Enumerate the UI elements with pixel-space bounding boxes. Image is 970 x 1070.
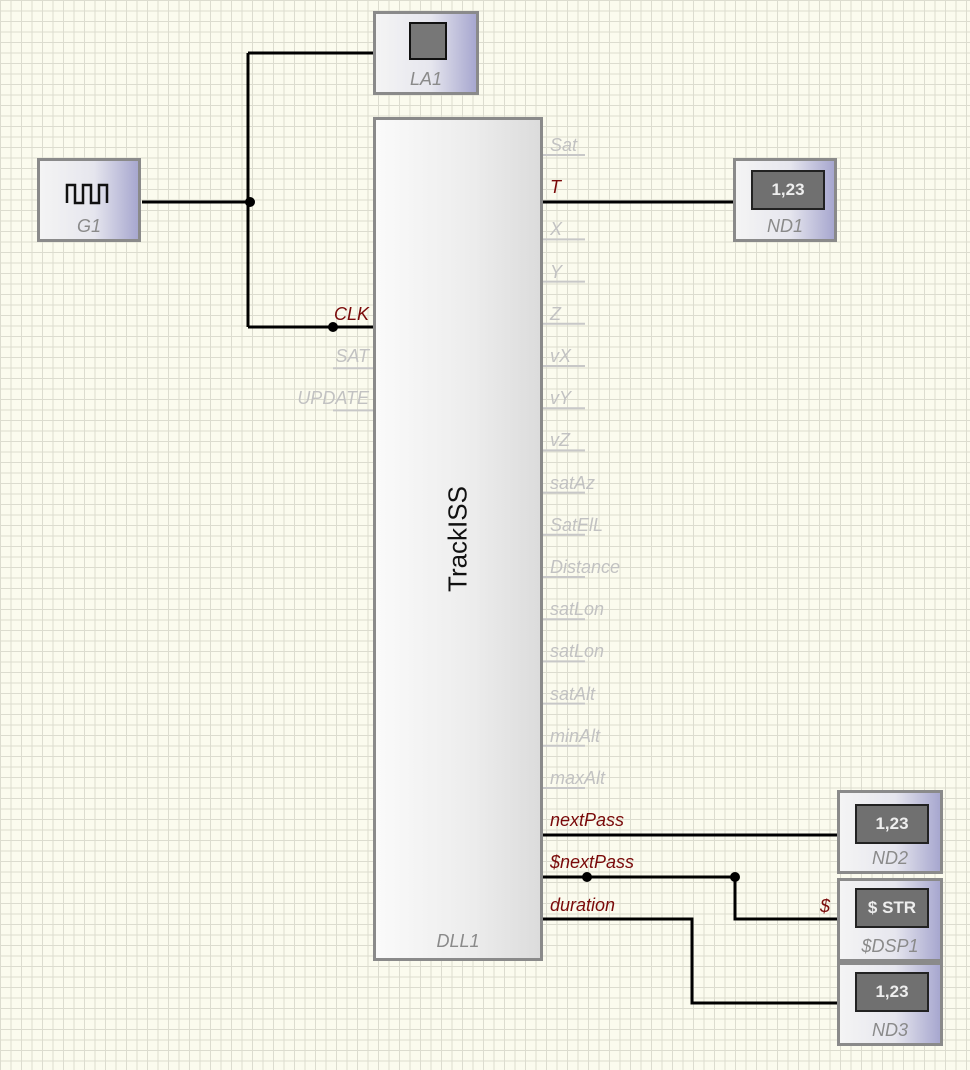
input-pin-update[interactable]: UPDATE: [297, 388, 369, 408]
lamp-indicator: [409, 22, 447, 60]
output-pin-x[interactable]: X: [550, 219, 562, 239]
component-label: LA1: [409, 69, 443, 89]
dll-title: TrackISS: [442, 486, 473, 592]
component-label: ND3: [871, 1020, 908, 1040]
output-pin-sat[interactable]: Sat: [550, 135, 577, 155]
output-pin-minalt[interactable]: minAlt: [550, 726, 600, 746]
output-pin-maxalt[interactable]: maxAlt: [550, 768, 605, 788]
string-display: $ STR: [855, 888, 929, 928]
component-label: ND1: [766, 216, 803, 236]
output-pin-nextpass[interactable]: $nextPass: [550, 852, 634, 872]
output-pin-vy[interactable]: vY: [550, 388, 571, 408]
nd2-component[interactable]: 1,23 ND2: [837, 790, 943, 874]
numeric-display: 1,23: [751, 170, 825, 210]
wire-junction: [245, 197, 255, 207]
sdsp1-pin-label: $: [820, 896, 831, 916]
output-pin-satlon[interactable]: satLon: [550, 599, 604, 619]
input-pin-sat[interactable]: SAT: [335, 346, 369, 366]
output-pin-satell[interactable]: SatElL: [550, 515, 603, 535]
nd3-component[interactable]: 1,23 ND3: [837, 962, 943, 1046]
component-label: $DSP1: [861, 936, 919, 956]
output-pin-distance[interactable]: Distance: [550, 557, 620, 577]
sdsp1-component[interactable]: $ STR $DSP1: [837, 878, 943, 962]
wire-duration-nd3: [543, 917, 838, 1005]
wire-junction: [582, 872, 592, 882]
output-pin-satlon[interactable]: satLon: [550, 641, 604, 661]
component-label: DLL1: [436, 931, 480, 951]
numeric-display: 1,23: [855, 972, 929, 1012]
output-pin-duration[interactable]: duration: [550, 895, 615, 915]
nd1-component[interactable]: 1,23 ND1: [733, 158, 837, 242]
input-pin-clk[interactable]: CLK: [334, 304, 369, 324]
output-pin-vx[interactable]: vX: [550, 346, 571, 366]
output-pin-vz[interactable]: vZ: [550, 430, 570, 450]
component-label: ND2: [871, 848, 908, 868]
dll1-component[interactable]: TrackISS DLL1: [373, 117, 543, 961]
output-pin-t[interactable]: T: [550, 177, 561, 197]
output-pin-satalt[interactable]: satAlt: [550, 684, 595, 704]
numeric-display: 1,23: [855, 804, 929, 844]
g1-component[interactable]: G1: [37, 158, 141, 242]
output-pin-sataz[interactable]: satAz: [550, 473, 595, 493]
output-pin-z[interactable]: Z: [550, 304, 561, 324]
output-pin-nextpass[interactable]: nextPass: [550, 810, 624, 830]
output-pin-y[interactable]: Y: [550, 262, 562, 282]
square-wave-icon: [65, 183, 109, 205]
la1-component[interactable]: LA1: [373, 11, 479, 95]
component-label: G1: [76, 216, 101, 236]
wire-junction: [730, 872, 740, 882]
